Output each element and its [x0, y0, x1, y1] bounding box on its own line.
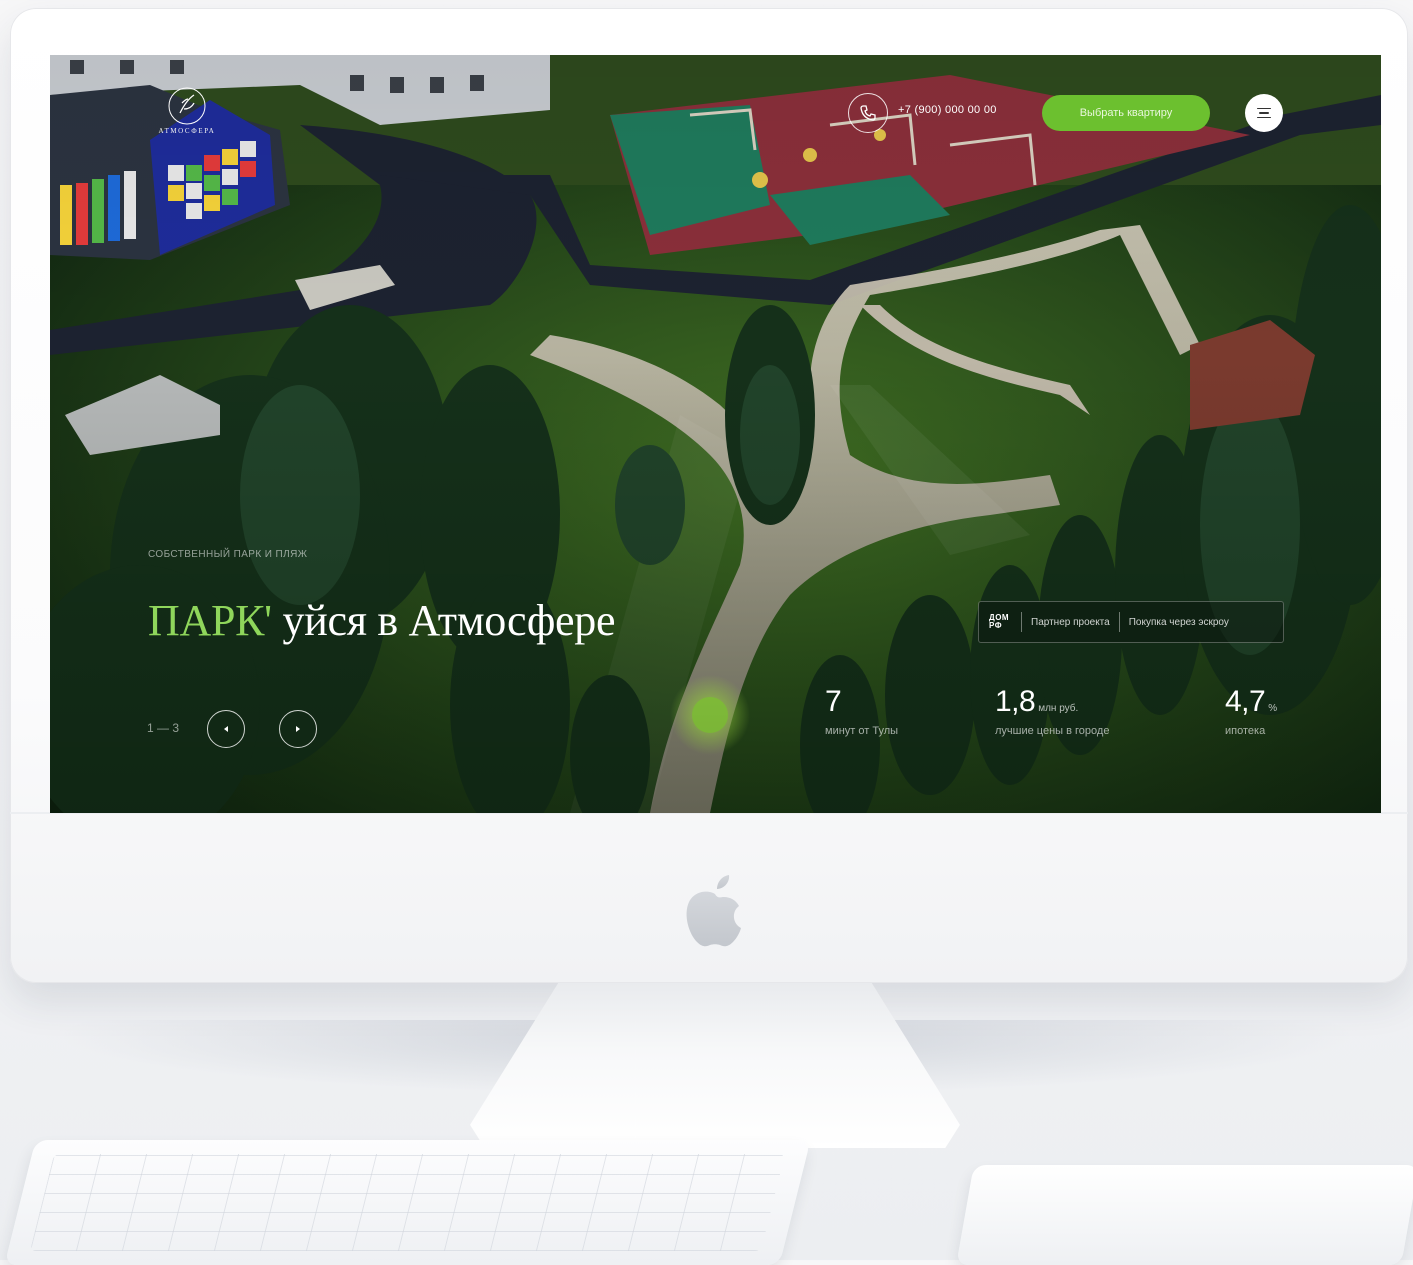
stat-minutes: 7 минут от Тулы: [825, 685, 898, 737]
headline-accent: ПАРК': [148, 596, 272, 645]
logo-text: АТМОСФЕРА: [158, 127, 216, 135]
partner-label: Партнер проекта: [1031, 616, 1110, 628]
imac-stand: [470, 983, 960, 1148]
logo-emblem-icon: [168, 87, 206, 125]
partner-badge[interactable]: ДОМ РФ Партнер проекта Покупка через эск…: [978, 601, 1284, 643]
stat-price: 1,8 млн руб. лучшие цены в городе: [995, 685, 1109, 737]
site-logo[interactable]: АТМОСФЕРА: [154, 85, 220, 143]
next-slide-button[interactable]: [279, 710, 317, 748]
stat-caption: минут от Тулы: [825, 725, 899, 737]
slide-counter: 1 — 3: [147, 721, 180, 735]
arrow-left-icon: [224, 726, 228, 732]
phone-button[interactable]: [848, 93, 888, 133]
dom-rf-logo: ДОМ РФ: [989, 611, 1015, 633]
stat-value: 1,8: [995, 685, 1036, 718]
hero-background-image: [50, 55, 1381, 813]
arrow-right-icon: [296, 726, 300, 732]
escrow-label: Покупка через эскроу: [1128, 616, 1229, 628]
phone-icon: [860, 105, 876, 121]
hero-headline: ПАРК' уйся в Атмосфере: [148, 595, 616, 646]
hamburger-icon: [1257, 107, 1271, 110]
stat-unit: %: [1268, 703, 1278, 714]
stat-mortgage: 4,7% ипотека: [1225, 685, 1277, 737]
stat-value: 4,7: [1225, 685, 1266, 718]
apple-logo-icon: [686, 875, 741, 947]
dom-rf-logo-line2: РФ: [989, 621, 1003, 630]
choose-apartment-button[interactable]: Выбрать квартиру: [1042, 95, 1210, 131]
hamburger-icon: [1259, 112, 1269, 114]
phone-number[interactable]: +7 (900) 000 00 00: [898, 104, 997, 116]
stat-caption: ипотека: [1225, 725, 1266, 737]
prev-slide-button[interactable]: [207, 710, 245, 748]
hamburger-icon: [1257, 116, 1271, 119]
screen: АТМОСФЕРА +7 (900) 000 00 00 Выбрать ква…: [50, 55, 1381, 813]
keyboard: [4, 1140, 811, 1265]
headline-rest: уйся в Атмосфере: [271, 596, 616, 645]
trackpad: [956, 1165, 1413, 1265]
menu-button[interactable]: [1245, 94, 1283, 132]
stat-value: 7: [825, 685, 842, 718]
stat-caption: лучшие цены в городе: [995, 725, 1110, 737]
hero-eyebrow: СОБСТВЕННЫЙ ПАРК И ПЛЯЖ: [148, 549, 308, 560]
stat-unit: млн руб.: [1038, 703, 1079, 714]
